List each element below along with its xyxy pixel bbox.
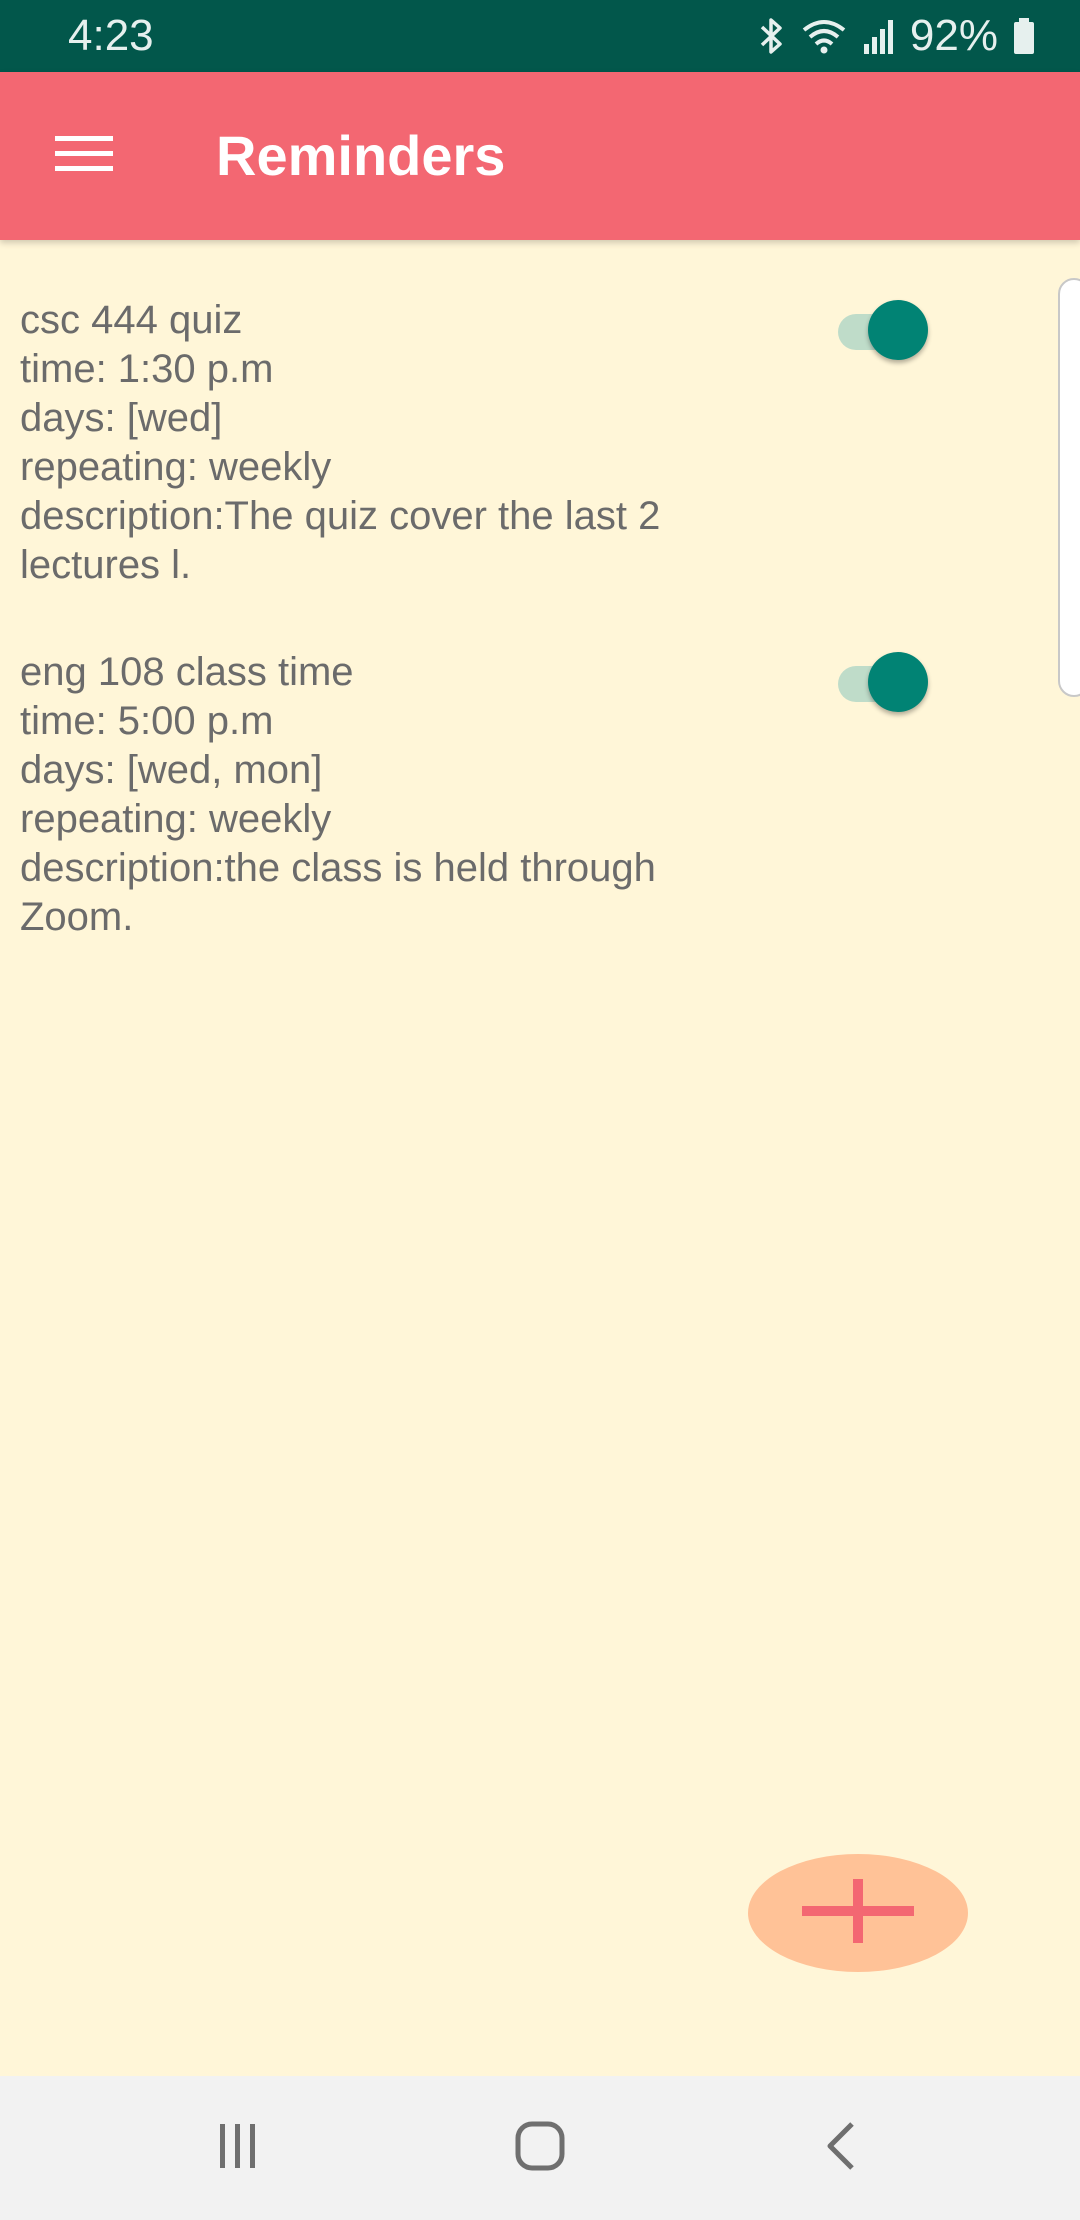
- reminder-repeating: repeating: weekly: [20, 445, 332, 489]
- reminder-days: days: [wed]: [20, 396, 223, 440]
- navigation-bar: [0, 2076, 1080, 2220]
- edge-panel-handle[interactable]: [1058, 278, 1080, 697]
- page-title: Reminders: [216, 124, 506, 187]
- reminder-toggle[interactable]: [830, 300, 930, 360]
- reminder-item[interactable]: eng 108 class time time: 5:00 p.m days: …: [20, 648, 720, 942]
- reminder-repeating: repeating: weekly: [20, 797, 332, 841]
- back-button[interactable]: [782, 2112, 902, 2184]
- back-icon: [822, 2120, 862, 2177]
- home-icon: [514, 2120, 566, 2177]
- add-reminder-button[interactable]: [748, 1854, 968, 1972]
- status-bar: 4:23 92%: [0, 0, 1080, 72]
- toggle-thumb: [868, 652, 928, 712]
- battery-icon: [1012, 16, 1036, 56]
- reminder-time: time: 5:00 p.m: [20, 699, 274, 743]
- status-time: 4:23: [68, 11, 154, 60]
- bluetooth-icon: [756, 16, 786, 56]
- signal-icon: [862, 16, 896, 56]
- recent-apps-button[interactable]: [178, 2112, 298, 2184]
- reminder-time: time: 1:30 p.m: [20, 347, 274, 391]
- reminder-item[interactable]: csc 444 quiz time: 1:30 p.m days: [wed] …: [20, 296, 720, 590]
- reminder-toggle[interactable]: [830, 652, 930, 712]
- app-bar: Reminders: [0, 72, 1080, 240]
- hamburger-menu-icon: [55, 134, 113, 179]
- toggle-thumb: [868, 300, 928, 360]
- reminder-description-cont: Zoom.: [20, 895, 134, 939]
- battery-percent: 92%: [909, 11, 998, 60]
- reminder-title: csc 444 quiz: [20, 298, 243, 342]
- reminder-title: eng 108 class time: [20, 650, 354, 694]
- reminder-description-cont: lectures l.: [20, 543, 192, 587]
- recent-apps-icon: [214, 2122, 262, 2175]
- reminder-days: days: [wed, mon]: [20, 748, 323, 792]
- reminder-description: description:The quiz cover the last 2: [20, 494, 661, 538]
- plus-icon: [802, 1878, 914, 1948]
- home-button[interactable]: [480, 2112, 600, 2184]
- menu-button[interactable]: [28, 114, 140, 198]
- reminder-description: description:the class is held through: [20, 846, 656, 890]
- status-icons: 92%: [756, 10, 1036, 62]
- wifi-icon: [800, 16, 848, 56]
